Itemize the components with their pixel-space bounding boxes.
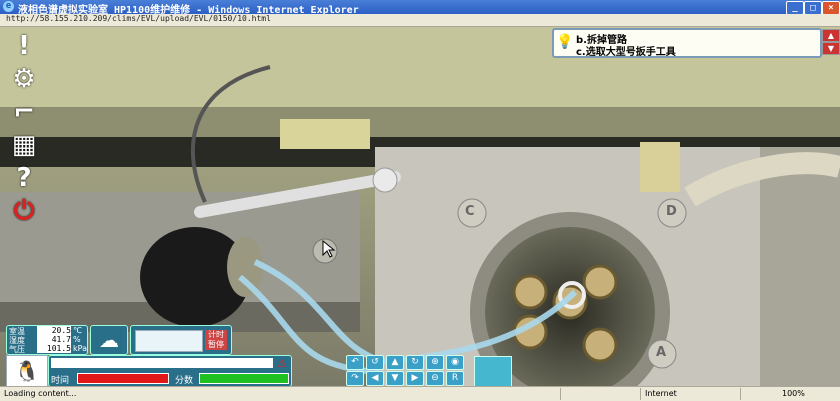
minimize-button[interactable]: _	[786, 1, 804, 15]
weather-cloud-icon: ☁	[90, 325, 128, 355]
pressure-value: 101.5	[37, 344, 71, 353]
status-divider	[560, 388, 561, 400]
instruction-line-2: c.选取大型号扳手工具	[576, 47, 676, 58]
port-label-c: C	[465, 204, 475, 219]
scroll-down-button[interactable]: ▼	[822, 42, 840, 55]
window-title-bar: e 液相色谱虚拟实验室 HP1100维护维修 - Windows Interne…	[0, 0, 840, 16]
reset-view-button[interactable]: R	[446, 371, 464, 386]
rotate-ccw-button[interactable]: ↺	[366, 355, 384, 370]
close-button[interactable]: ×	[822, 1, 840, 15]
port-label-a: A	[656, 345, 667, 360]
pan-left-button[interactable]: ◀	[366, 371, 384, 386]
timer-pause-button[interactable]: 计时 暂停	[205, 330, 227, 350]
pan-up-button[interactable]: ▲	[386, 355, 404, 370]
time-bar	[77, 373, 169, 384]
preview-thumbnail[interactable]	[474, 356, 512, 388]
temperature-row: 室温 20.5 ℃	[7, 326, 87, 336]
zoom-in-button[interactable]: ⊕	[426, 355, 444, 370]
pan-down-button[interactable]: ▼	[386, 371, 404, 386]
port-label-d: D	[666, 204, 677, 219]
score-bar	[199, 373, 289, 384]
grid-icon[interactable]: ▦	[8, 129, 40, 161]
message-field	[51, 358, 273, 368]
browser-status-bar: Loading content... Internet 100%	[0, 386, 840, 401]
ie-logo-icon: e	[3, 1, 14, 12]
rotate-cw-button[interactable]: ↻	[406, 355, 424, 370]
display-panel: 计时 暂停	[130, 325, 232, 355]
humidity-value: 41.7	[37, 335, 71, 344]
scroll-up-button[interactable]: ▲	[822, 29, 840, 42]
pressure-unit: kPa	[73, 344, 87, 353]
warning-icon: ⚠	[277, 357, 287, 370]
status-panel: ⚠ 时间 分数	[48, 355, 292, 387]
humidity-row: 湿度 41.7 %	[7, 335, 87, 345]
instruction-panel: 💡 b.拆掉管路 c.选取大型号扳手工具	[552, 28, 822, 58]
score-label: 分数	[175, 376, 194, 386]
gear-icon[interactable]: ⚙	[8, 63, 40, 95]
temperature-value: 20.5	[37, 326, 71, 335]
exclamation-icon[interactable]: !	[8, 30, 40, 62]
address-bar[interactable]: http://58.155.210.209/clims/EVL/upload/E…	[0, 14, 840, 27]
status-divider	[640, 388, 641, 400]
left-toolbar: ! ⚙ ⌐ ▦ ? ⏻	[8, 30, 44, 228]
view-eye-button[interactable]: ◉	[446, 355, 464, 370]
avatar: 🐧	[6, 355, 48, 387]
rotate-left-button[interactable]: ↶	[346, 355, 364, 370]
pan-right-button[interactable]: ▶	[406, 371, 424, 386]
temperature-unit: ℃	[73, 326, 82, 335]
humidity-unit: %	[73, 335, 81, 344]
environment-panel: 室温 20.5 ℃ 湿度 41.7 % 气压 101.5 kPa	[6, 325, 88, 355]
time-label: 时间	[51, 376, 70, 386]
zoom-out-button[interactable]: ⊖	[426, 371, 444, 386]
status-divider	[740, 388, 741, 400]
internet-zone: Internet	[645, 389, 677, 398]
chart-icon[interactable]: ⌐	[8, 96, 40, 128]
camera-control-pad: ↶ ↺ ▲ ↻ ⊕ ◉ ↷ ◀ ▼ ▶ ⊖ R	[346, 355, 472, 387]
maximize-button[interactable]: □	[804, 1, 822, 15]
pressure-row: 气压 101.5 kPa	[7, 344, 87, 354]
display-box	[135, 330, 203, 352]
pressure-label: 气压	[9, 345, 25, 354]
loading-status: Loading content...	[4, 389, 77, 398]
rotate-right-button[interactable]: ↷	[346, 371, 364, 386]
lightbulb-icon: 💡	[556, 34, 574, 50]
zoom-level[interactable]: 100%	[782, 389, 805, 398]
help-icon[interactable]: ?	[8, 162, 40, 194]
power-icon[interactable]: ⏻	[8, 195, 40, 227]
address-url: http://58.155.210.209/clims/EVL/upload/E…	[6, 14, 271, 23]
